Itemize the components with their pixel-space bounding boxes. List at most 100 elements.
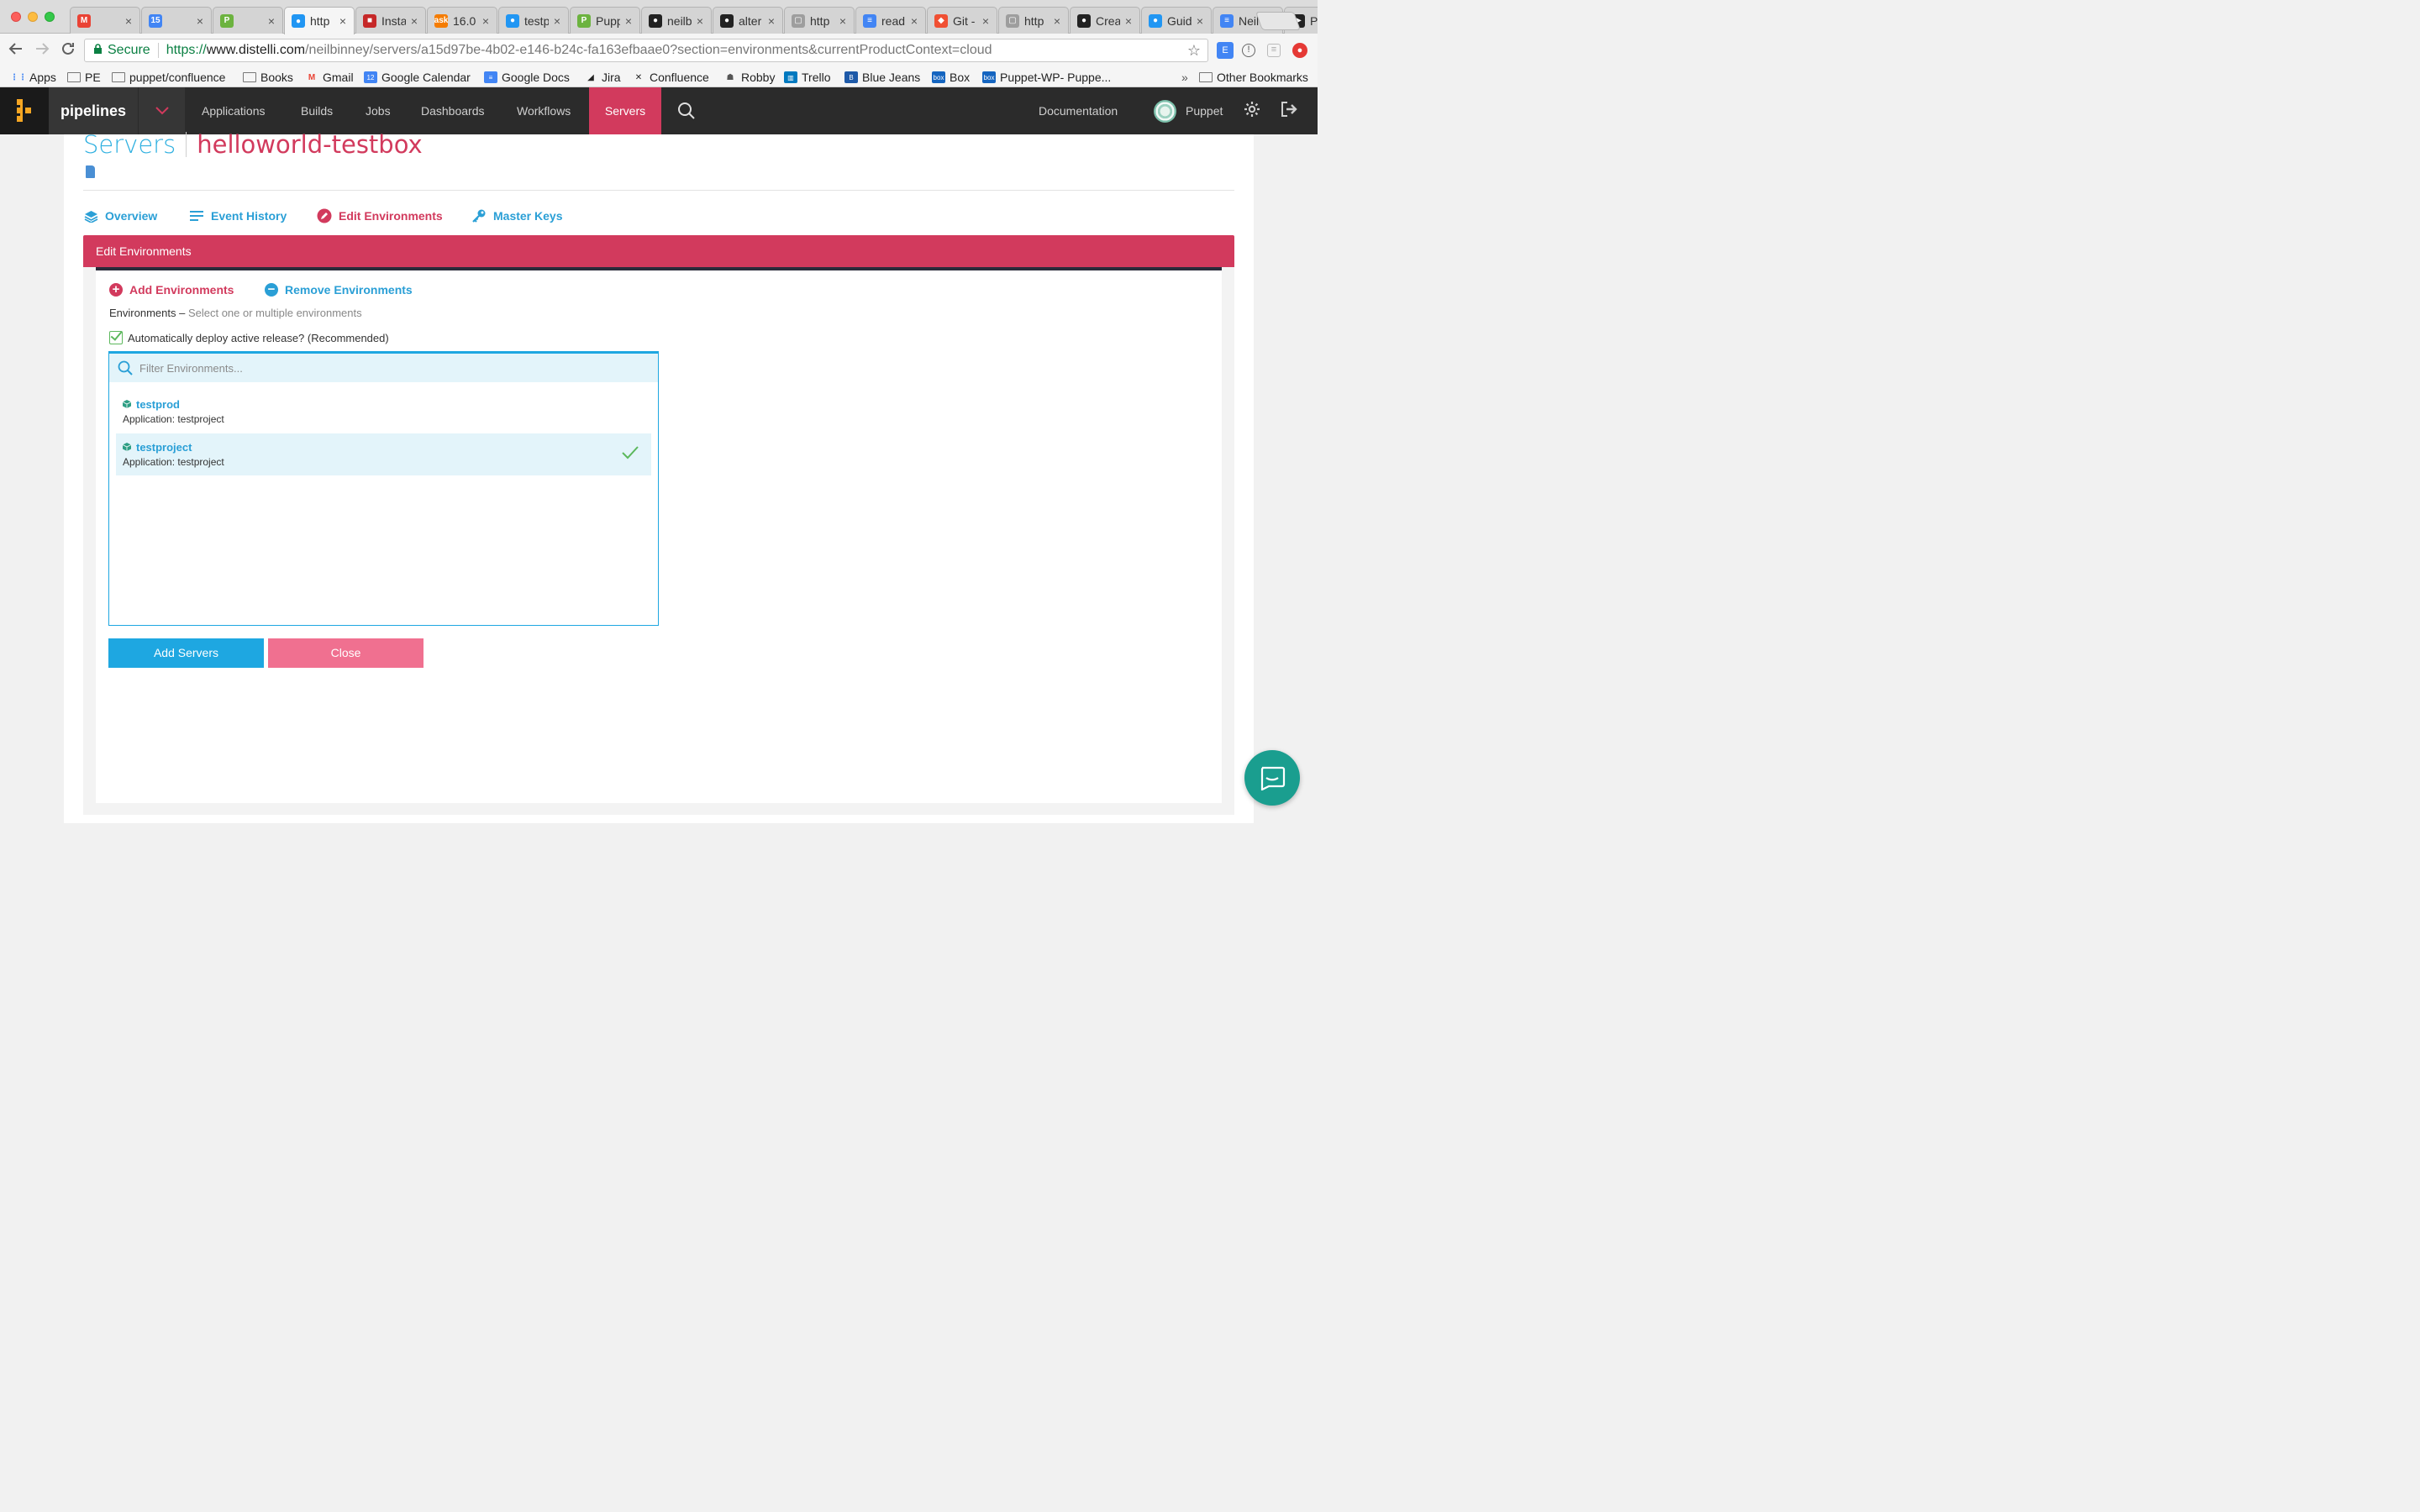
bookmark-item[interactable]: box Puppet-WP- Puppe... [982, 69, 1111, 86]
tab-close-icon[interactable]: × [694, 14, 706, 28]
tab-close-icon[interactable]: × [480, 14, 492, 28]
add-servers-button[interactable]: Add Servers [108, 638, 264, 668]
tab-close-icon[interactable]: × [266, 14, 277, 28]
bookmarks-overflow-button[interactable]: » [1181, 69, 1188, 86]
tab-close-icon[interactable]: × [194, 14, 206, 28]
extension-reader-icon[interactable]: ≡ [1267, 44, 1281, 57]
bookmark-label: Box [950, 71, 971, 84]
browser-tab-title: http [1024, 13, 1044, 28]
tab-close-icon[interactable]: × [551, 14, 563, 28]
new-tab-button[interactable] [1255, 12, 1302, 30]
tab-close-icon[interactable]: × [337, 14, 349, 28]
url-path: /neilbinney/servers/a15d97be-4b02-e146-b… [305, 43, 992, 57]
pipelines-logo[interactable] [0, 87, 49, 134]
tab-overview[interactable]: Overview [84, 207, 157, 225]
tab-master-keys[interactable]: Master Keys [471, 207, 563, 225]
nav-search-button[interactable] [677, 102, 696, 120]
browser-tab[interactable]: ▢ http × [784, 7, 855, 34]
browser-tab[interactable]: 15 × [141, 7, 212, 34]
bookmark-item[interactable]: B Blue Jeans [844, 69, 920, 86]
browser-tab[interactable]: ● alter × [713, 7, 783, 34]
tab-close-icon[interactable]: × [837, 14, 849, 28]
nav-servers[interactable]: Servers [589, 87, 661, 134]
tab-close-icon[interactable]: × [765, 14, 777, 28]
browser-tab[interactable]: P × [213, 7, 283, 34]
forward-button[interactable] [32, 40, 52, 60]
window-zoom-button[interactable] [45, 12, 55, 22]
nav-user-name[interactable]: Puppet [1186, 87, 1223, 134]
tab-edit-environments[interactable]: Edit Environments [317, 207, 443, 225]
breadcrumb-servers[interactable]: Servers [83, 130, 176, 159]
environment-filter-input[interactable] [139, 361, 627, 375]
bookmark-item[interactable]: ⋮⋮ Apps [10, 69, 56, 86]
browser-tab-title: Pupp [596, 13, 620, 28]
extension-calendar-icon[interactable]: E [1217, 42, 1234, 59]
bookmark-item[interactable]: PE [67, 69, 101, 86]
browser-tab[interactable]: ask 16.0 × [427, 7, 497, 34]
bookmark-item[interactable]: puppet/confluence [112, 69, 225, 86]
nav-documentation[interactable]: Documentation [1039, 87, 1118, 134]
environment-application: Application: testproject [123, 456, 224, 468]
bookmark-item[interactable]: 12 Google Calendar [364, 69, 471, 86]
browser-tab[interactable]: ● Crea × [1070, 7, 1140, 34]
bookmark-item[interactable]: ◢ Jira [584, 69, 620, 86]
browser-tab[interactable]: ▢ http × [998, 7, 1069, 34]
bookmark-star-icon[interactable]: ☆ [1187, 42, 1201, 60]
environments-title: Environments [109, 307, 176, 319]
bookmark-item[interactable]: M Gmail [305, 69, 354, 86]
bookmark-item[interactable]: ▥ Trello [784, 69, 831, 86]
chat-launcher-button[interactable] [1244, 750, 1300, 806]
browser-tab-title: Crea [1096, 13, 1120, 28]
bookmark-item[interactable]: box Box [932, 69, 970, 86]
tab-close-icon[interactable]: × [1051, 14, 1063, 28]
browser-tab[interactable]: M × [70, 7, 140, 34]
tab-close-icon[interactable]: × [1194, 14, 1206, 28]
tab-close-icon[interactable]: × [1123, 14, 1134, 28]
browser-tab[interactable]: ≡ read × [855, 7, 926, 34]
bookmark-label: Apps [29, 71, 56, 84]
bookmark-item[interactable]: ✕ Confluence [632, 69, 709, 86]
nav-workflows[interactable]: Workflows [517, 87, 571, 134]
browser-tab[interactable]: ● neilb × [641, 7, 712, 34]
tab-close-icon[interactable]: × [408, 14, 420, 28]
reload-button[interactable] [58, 40, 78, 60]
tab-event-history[interactable]: Event History [189, 207, 287, 225]
tab-close-icon[interactable]: × [623, 14, 634, 28]
auto-deploy-checkbox[interactable] [109, 331, 123, 344]
remove-environments-button[interactable]: − Remove Environments [265, 281, 413, 298]
settings-gear-icon[interactable] [1244, 101, 1260, 123]
back-button[interactable] [6, 40, 26, 60]
auto-deploy-option[interactable]: Automatically deploy active release? (Re… [109, 331, 389, 344]
logout-icon[interactable] [1280, 100, 1298, 123]
other-bookmarks[interactable]: Other Bookmarks [1199, 69, 1308, 86]
ask-icon: ask [434, 13, 448, 28]
browser-tab[interactable]: ◆ Git - × [927, 7, 997, 34]
extension-info-icon[interactable]: ! [1242, 44, 1255, 57]
window-close-button[interactable] [11, 12, 21, 22]
tab-close-icon[interactable]: × [908, 14, 920, 28]
bookmark-item[interactable]: ☗ Robby [723, 69, 776, 86]
address-bar[interactable]: Secure https:// www.distelli.com /neilbi… [84, 39, 1208, 62]
user-avatar[interactable] [1154, 100, 1176, 123]
tab-close-icon[interactable]: × [980, 14, 992, 28]
bookmark-item[interactable]: Books [243, 69, 293, 86]
minus-circle-icon: − [265, 283, 278, 297]
browser-tab[interactable]: ■ Insta × [355, 7, 426, 34]
extension-record-icon[interactable]: ● [1292, 43, 1307, 58]
browser-tab[interactable]: ● testp × [498, 7, 569, 34]
bookmark-item[interactable]: ≡ Google Docs [484, 69, 570, 86]
address-separator [157, 43, 159, 58]
document-icon[interactable] [86, 165, 95, 178]
window-minimize-button[interactable] [28, 12, 38, 22]
add-environments-button[interactable]: + Add Environments [109, 281, 234, 298]
browser-tab[interactable]: P Pupp× [570, 7, 640, 34]
environment-item-testproject[interactable]: testproject Application: testproject [116, 433, 651, 475]
tab-close-icon[interactable]: × [123, 14, 134, 28]
close-button[interactable]: Close [268, 638, 424, 668]
browser-tab[interactable]: ● http × [284, 7, 355, 34]
screen: M×15×P×●http×■Insta×ask16.0×●testp×PPupp… [0, 0, 1318, 823]
environment-item-testprod[interactable]: testprod Application: testproject [116, 391, 651, 433]
browser-tab[interactable]: ● Guid × [1141, 7, 1212, 34]
nav-dashboards[interactable]: Dashboards [421, 87, 485, 134]
bookmark-label: Gmail [323, 71, 354, 84]
